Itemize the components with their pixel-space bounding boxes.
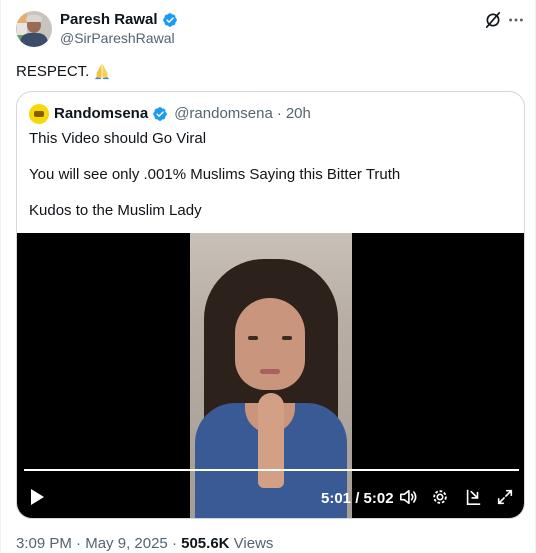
quoted-text-line: This Video should Go Viral [29, 130, 207, 147]
tweet-meta: 3:09 PM · May 9, 2025 · 505.6K Views [16, 535, 273, 552]
quoted-display-name[interactable]: Randomsena [54, 105, 148, 122]
quoted-avatar[interactable] [29, 104, 49, 124]
quoted-text-line: Kudos to the Muslim Lady [29, 202, 202, 219]
dock-icon[interactable] [464, 488, 482, 506]
volume-icon[interactable] [399, 488, 417, 506]
author-handle[interactable]: @SirPareshRawal [60, 30, 175, 46]
tweet-article[interactable]: Paresh Rawal @SirPareshRawal RESPECT. Ra… [0, 0, 536, 553]
author-avatar[interactable] [16, 11, 52, 47]
author-name-row: Paresh Rawal [60, 11, 178, 28]
play-icon[interactable] [29, 488, 45, 506]
verified-badge-icon[interactable] [162, 12, 178, 28]
views-count: 505.6K [181, 535, 230, 552]
tweet-date[interactable]: May 9, 2025 [85, 535, 168, 552]
tweet-text: RESPECT. [16, 62, 111, 80]
video-player[interactable]: 5:01 / 5:02 [17, 233, 524, 518]
quoted-text-line: You will see only .001% Muslims Saying t… [29, 166, 401, 183]
folded-hands-icon [95, 63, 110, 80]
quoted-separator: · [276, 105, 282, 122]
video-time-display: 5:01 / 5:02 [321, 490, 394, 507]
quoted-time: 20h [285, 105, 311, 122]
quoted-tweet-card[interactable]: Randomsena @randomsena · 20h This Video … [16, 91, 525, 519]
grok-icon[interactable] [484, 11, 502, 29]
verified-badge-icon [153, 106, 168, 121]
author-display-name[interactable]: Paresh Rawal [60, 11, 158, 28]
quoted-handle: @randomsena [174, 105, 273, 122]
more-icon[interactable] [507, 11, 525, 29]
video-frame [190, 233, 352, 518]
views-label: Views [233, 535, 274, 552]
meta-separator: · [171, 535, 177, 552]
settings-icon[interactable] [431, 488, 449, 506]
fullscreen-icon[interactable] [496, 488, 514, 506]
tweet-time[interactable]: 3:09 PM [16, 535, 72, 552]
meta-separator: · [76, 535, 82, 552]
tweet-body: RESPECT. [16, 62, 90, 80]
quoted-name-row: Randomsena @randomsena · 20h [54, 105, 311, 122]
video-progress-bar[interactable] [24, 469, 519, 471]
